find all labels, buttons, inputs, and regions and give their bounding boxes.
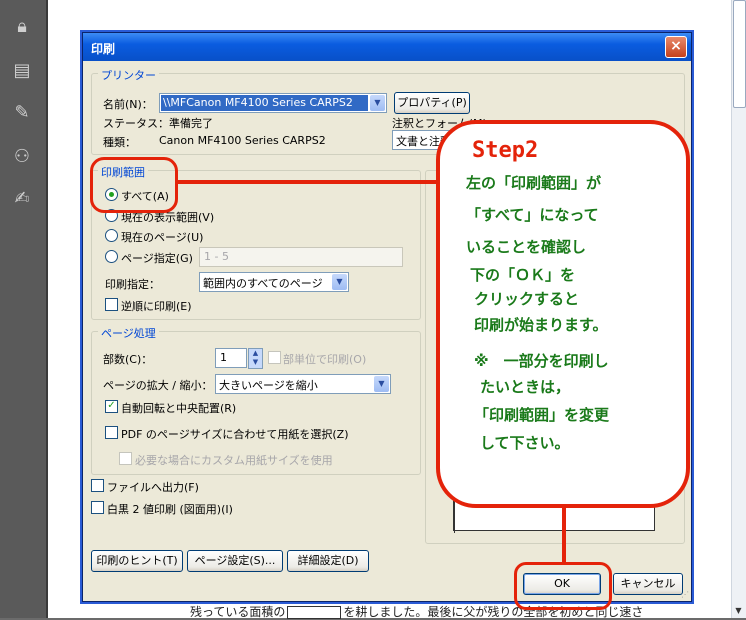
autorotate-label[interactable]: 自動回転と中央配置(R) (121, 400, 236, 416)
autorotate-checkbox[interactable]: ✓ (105, 400, 118, 413)
document-text: 残っている面積の を耕しました。最後に父が残りの全部を初めと同じ速さ (190, 603, 643, 620)
pages-icon[interactable]: ▤ (11, 60, 33, 82)
subset-select[interactable]: 範囲内のすべてのページ ▼ (199, 272, 349, 292)
copies-input[interactable]: 1 (215, 348, 247, 368)
signature-icon[interactable]: ✍ (11, 188, 33, 210)
printer-status: ステータス：準備完了 (103, 117, 213, 130)
range-pages-radio[interactable] (105, 250, 118, 263)
page-handling-group-title: ページ処理 (98, 325, 159, 341)
choose-paper-label[interactable]: PDF のページサイズに合わせて用紙を選択(Z) (121, 426, 349, 442)
black-white-label[interactable]: 白黒 2 値印刷 (図面用)(I) (107, 501, 233, 517)
range-current-page-label[interactable]: 現在のページ(U) (121, 229, 203, 245)
vertical-scrollbar[interactable]: ▼ (731, 0, 746, 618)
lock-icon[interactable]: 🔒︎ (11, 16, 33, 38)
chevron-down-icon[interactable]: ▼ (374, 376, 389, 392)
document-text-before: 残っている面積の (190, 605, 286, 619)
custom-paper-checkbox[interactable] (119, 452, 132, 465)
custom-paper-label: 必要な場合にカスタム用紙サイズを使用 (135, 454, 333, 467)
range-current-view-label[interactable]: 現在の表示範囲(V) (121, 209, 214, 225)
printer-name-label: 名前(N)： (103, 98, 153, 111)
subset-label: 印刷指定： (105, 278, 160, 291)
advanced-button[interactable]: 詳細設定(D) (287, 550, 369, 572)
printer-group-title: プリンター (98, 67, 159, 83)
page-range-input[interactable]: 1 - 5 (199, 247, 403, 267)
preview-page (453, 453, 655, 531)
close-button[interactable]: × (665, 36, 687, 58)
collate-checkbox[interactable] (268, 351, 281, 364)
page-setup-button[interactable]: ページ設定(S)... (187, 550, 283, 572)
page-range-value: 1 - 5 (204, 250, 229, 263)
print-to-file-checkbox[interactable] (91, 479, 104, 492)
printer-name-value: \\MFCanon MF4100 Series CARPS2 (161, 95, 368, 111)
cancel-button[interactable]: キャンセル (613, 573, 683, 595)
reverse-order-checkbox[interactable] (105, 298, 118, 311)
subset-value: 範囲内のすべてのページ (203, 277, 323, 290)
printer-type-value: Canon MF4100 Series CARPS2 (159, 134, 326, 147)
answer-blank (287, 606, 342, 619)
navigation-pane: 🔒︎ ▤ ✎ ⚇ ✍ (0, 0, 48, 618)
scroll-thumb[interactable] (733, 0, 746, 108)
comments-forms-value: 文書と注釈 (396, 135, 451, 148)
scroll-down-arrow-icon[interactable]: ▼ (733, 605, 744, 616)
copies-label: 部数(C)： (103, 353, 153, 366)
resize-grip-icon[interactable]: ⋰ (681, 590, 689, 599)
scaling-value: 大きいページを縮小 (219, 379, 318, 392)
paperclip-icon[interactable]: ✎ (11, 102, 33, 124)
ok-button[interactable]: OK (523, 573, 601, 595)
print-to-file-label[interactable]: ファイルへ出力(F) (107, 479, 199, 495)
choose-paper-checkbox[interactable] (105, 426, 118, 439)
scaling-select[interactable]: 大きいページを縮小 ▼ (215, 374, 391, 394)
comments-forms-label: 注釈とフォーム(M)： (392, 117, 498, 130)
range-current-view-radio[interactable] (105, 209, 118, 222)
range-pages-label[interactable]: ページ指定(G) (121, 250, 193, 266)
printer-type-label: 種類： (103, 136, 136, 149)
reverse-order-label[interactable]: 逆順に印刷(E) (121, 298, 192, 314)
preview-content (468, 466, 638, 496)
document-text-after: を耕しました。最後に父が残りの全部を初めと同じ速さ (343, 605, 644, 619)
comments-forms-select[interactable]: 文書と注釈 (392, 130, 458, 150)
scaling-label: ページの拡大 / 縮小： (103, 379, 213, 392)
copies-value: 1 (220, 351, 227, 364)
printer-name-select[interactable]: \\MFCanon MF4100 Series CARPS2 ▼ (159, 93, 387, 113)
binoculars-icon[interactable]: ⚇ (11, 146, 33, 168)
range-all-radio[interactable] (105, 188, 118, 201)
title-bar: 印刷 × (83, 33, 691, 61)
range-current-page-radio[interactable] (105, 229, 118, 242)
print-range-group-title: 印刷範囲 (98, 164, 148, 180)
chevron-down-icon[interactable]: ▼ (370, 95, 385, 111)
range-all-label[interactable]: すべて(A) (121, 188, 169, 204)
preview-ruler (454, 453, 455, 533)
properties-button[interactable]: プロパティ(P) (394, 92, 470, 114)
print-tips-button[interactable]: 印刷のヒント(T) (91, 550, 183, 572)
black-white-checkbox[interactable] (91, 501, 104, 514)
print-dialog: 印刷 × プリンター 名前(N)： \\MFCanon MF4100 Serie… (82, 32, 692, 602)
collate-label: 部単位で印刷(O) (283, 353, 367, 366)
copies-stepper[interactable]: ▲ ▼ (248, 348, 263, 369)
dialog-title: 印刷 (91, 42, 116, 56)
chevron-down-icon[interactable]: ▼ (332, 274, 347, 290)
